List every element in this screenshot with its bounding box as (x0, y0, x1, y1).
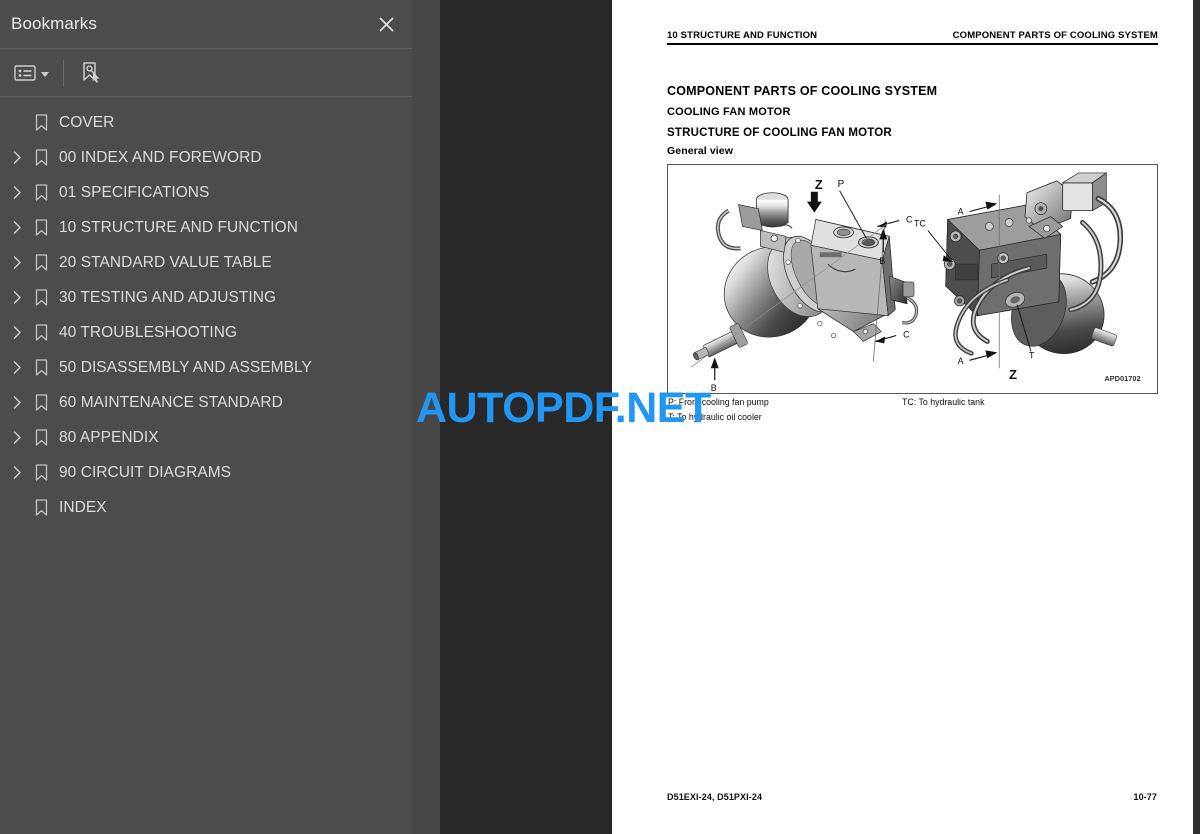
figure-caption-tc: TC: To hydraulic tank (902, 397, 985, 407)
svg-text:P: P (838, 179, 845, 190)
bookmark-flag-icon (28, 217, 54, 239)
bookmark-flag-icon (28, 322, 54, 344)
svg-text:B: B (711, 383, 717, 393)
bookmark-label: 80 APPENDIX (59, 428, 159, 446)
header-rule (667, 43, 1158, 45)
page-subsection-title: General view (667, 145, 733, 157)
expand-twisty-icon[interactable] (6, 252, 28, 274)
cooling-fan-motor-diagram: C C B B Z P A A TC T Z APD01702 (669, 165, 1156, 393)
bookmark-label: 40 TROUBLESHOOTING (59, 323, 238, 341)
bookmark-label: 10 STRUCTURE AND FUNCTION (59, 218, 298, 236)
expand-twisty-icon[interactable] (6, 182, 28, 204)
new-bookmark-icon (83, 61, 100, 83)
bookmark-label: 20 STANDARD VALUE TABLE (59, 253, 272, 271)
expand-twisty-icon[interactable] (6, 217, 28, 239)
bookmark-item-20-standard-value-table[interactable]: 20 STANDARD VALUE TABLE (0, 245, 412, 280)
technical-figure: C C B B Z P A A TC T Z APD01702 (667, 164, 1158, 394)
bookmark-flag-icon (28, 287, 54, 309)
page-title: COMPONENT PARTS OF COOLING SYSTEM (667, 84, 938, 98)
svg-text:C: C (903, 329, 910, 339)
bookmark-flag-icon (28, 147, 54, 169)
bookmark-label: COVER (59, 113, 115, 131)
bookmark-item-40-troubleshooting[interactable]: 40 TROUBLESHOOTING (0, 315, 412, 350)
page-right-edge (1193, 0, 1200, 834)
sidebar-title: Bookmarks (11, 14, 97, 33)
list-options-icon (14, 64, 36, 81)
bookmark-flag-icon (28, 462, 54, 484)
page-section-title: STRUCTURE OF COOLING FAN MOTOR (667, 127, 892, 139)
sidebar-toolbar (0, 49, 412, 97)
svg-text:B: B (879, 256, 885, 266)
page-subtitle: COOLING FAN MOTOR (667, 106, 791, 118)
bookmark-flag-icon (28, 252, 54, 274)
figure-id: APD01702 (1104, 374, 1140, 383)
svg-text:Z: Z (1009, 367, 1017, 382)
close-icon (379, 17, 393, 31)
bookmark-label: 60 MAINTENANCE STANDARD (59, 393, 283, 411)
bookmark-item-10-structure-and-function[interactable]: 10 STRUCTURE AND FUNCTION (0, 210, 412, 245)
svg-text:A: A (958, 356, 964, 366)
footer-page-number: 10-77 (1133, 792, 1157, 802)
footer-model: D51EXI-24, D51PXI-24 (667, 792, 763, 802)
bookmark-label: 00 INDEX AND FOREWORD (59, 148, 262, 166)
bookmark-flag-icon (28, 392, 54, 414)
expand-twisty-icon[interactable] (6, 322, 28, 344)
bookmarks-sidebar: Bookmarks COVER 00 INDEX AND FOREWORD 01… (0, 0, 412, 834)
bookmark-item-00-index-and-foreword[interactable]: 00 INDEX AND FOREWORD (0, 140, 412, 175)
bookmark-flag-icon (28, 497, 54, 519)
bookmark-item-30-testing-and-adjusting[interactable]: 30 TESTING AND ADJUSTING (0, 280, 412, 315)
running-header-left: 10 STRUCTURE AND FUNCTION (667, 30, 818, 41)
chevron-down-icon (41, 71, 49, 77)
bookmark-item-index[interactable]: INDEX (0, 490, 412, 525)
expand-twisty-icon[interactable] (6, 392, 28, 414)
bookmark-label: 30 TESTING AND ADJUSTING (59, 288, 277, 306)
pdf-viewer-window: Bookmarks COVER 00 INDEX AND FOREWORD 01… (0, 0, 1200, 834)
bookmark-item-90-circuit-diagrams[interactable]: 90 CIRCUIT DIAGRAMS (0, 455, 412, 490)
svg-text:A: A (958, 207, 964, 217)
bookmark-item-60-maintenance-standard[interactable]: 60 MAINTENANCE STANDARD (0, 385, 412, 420)
bookmark-flag-icon (28, 427, 54, 449)
new-bookmark-button[interactable] (78, 58, 104, 88)
toolbar-separator (63, 59, 64, 86)
bookmark-label: INDEX (59, 498, 107, 516)
bookmark-label: 50 DISASSEMBLY AND ASSEMBLY (59, 358, 312, 376)
bookmark-item-80-appendix[interactable]: 80 APPENDIX (0, 420, 412, 455)
bookmark-list-options-button[interactable] (12, 58, 51, 88)
svg-text:TC: TC (914, 218, 926, 228)
bookmark-flag-icon (28, 182, 54, 204)
bookmark-item-cover[interactable]: COVER (0, 105, 412, 140)
svg-text:T: T (1029, 350, 1035, 360)
bookmark-item-01-specifications[interactable]: 01 SPECIFICATIONS (0, 175, 412, 210)
svg-text:C: C (906, 214, 913, 224)
expand-twisty-icon[interactable] (6, 357, 28, 379)
bookmark-item-50-disassembly-and-assembly[interactable]: 50 DISASSEMBLY AND ASSEMBLY (0, 350, 412, 385)
svg-text:Z: Z (815, 177, 823, 192)
bookmark-flag-icon (28, 112, 54, 134)
close-sidebar-button[interactable] (372, 10, 400, 38)
bookmark-tree: COVER 00 INDEX AND FOREWORD 01 SPECIFICA… (0, 97, 412, 525)
expand-twisty-icon[interactable] (6, 462, 28, 484)
watermark: AUTOPDF.NET (416, 384, 711, 432)
bookmark-flag-icon (28, 357, 54, 379)
expand-twisty-icon[interactable] (6, 147, 28, 169)
running-header-right: COMPONENT PARTS OF COOLING SYSTEM (952, 30, 1158, 41)
sidebar-header: Bookmarks (0, 0, 412, 49)
bookmark-label: 90 CIRCUIT DIAGRAMS (59, 463, 232, 481)
expand-twisty-icon[interactable] (6, 287, 28, 309)
expand-twisty-icon[interactable] (6, 427, 28, 449)
bookmark-label: 01 SPECIFICATIONS (59, 183, 210, 201)
